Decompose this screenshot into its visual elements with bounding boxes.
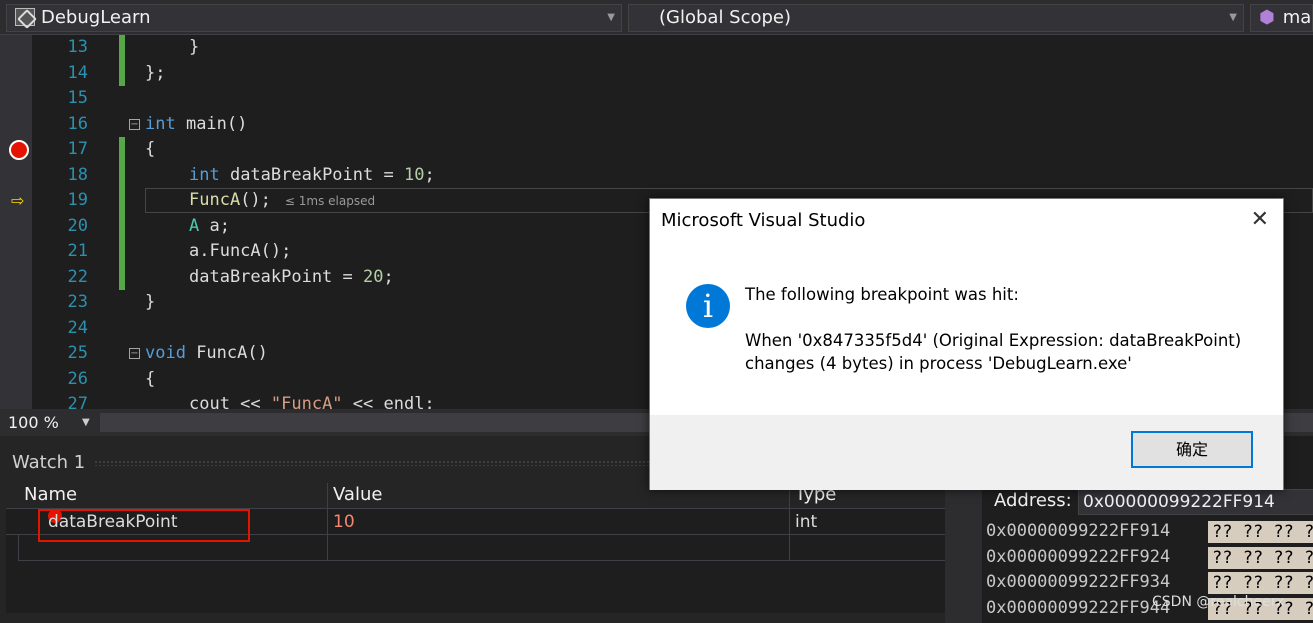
project-icon bbox=[15, 8, 35, 26]
glyph-margin[interactable]: ⇨ bbox=[0, 35, 32, 409]
dialog-footer: 确定 bbox=[650, 415, 1283, 490]
project-dropdown[interactable]: DebugLearn ▼ bbox=[6, 4, 622, 32]
memory-address: 0x00000099222FF944 bbox=[986, 598, 1171, 618]
dialog-message-line: changes (4 bytes) in process 'DebugLearn… bbox=[745, 354, 1132, 373]
zoom-level[interactable]: 100 % bbox=[8, 409, 59, 436]
navigation-bar: DebugLearn ▼ (Global Scope) ▼ ⬢ mai bbox=[0, 0, 1313, 35]
method-cube-icon: ⬢ bbox=[1259, 7, 1275, 28]
code-line: 18 int dataBreakPoint = 10; bbox=[67, 164, 435, 185]
highlight-box bbox=[38, 509, 250, 542]
project-name: DebugLearn bbox=[41, 7, 151, 28]
chevron-down-icon: ▼ bbox=[1229, 12, 1237, 23]
code-line: 17{ bbox=[67, 139, 156, 159]
memory-bytes[interactable]: ?? ?? ?? ?? bbox=[1208, 521, 1313, 543]
member-dropdown[interactable]: ⬢ mai bbox=[1250, 4, 1313, 32]
address-label: Address: bbox=[994, 490, 1072, 511]
memory-bytes[interactable]: ?? ?? ?? ?? bbox=[1208, 547, 1313, 569]
instruction-pointer-icon: ⇨ bbox=[11, 191, 25, 210]
dialog-message-line: When '0x847335f5d4' (Original Expression… bbox=[745, 331, 1242, 350]
watch-title: Watch 1 bbox=[12, 452, 86, 473]
chevron-down-icon[interactable]: ▼ bbox=[82, 409, 90, 436]
dialog-title: Microsoft Visual Studio bbox=[661, 210, 866, 231]
code-line: 16− int main() bbox=[67, 113, 248, 134]
memory-address: 0x00000099222FF914 bbox=[986, 521, 1171, 541]
close-icon[interactable]: ✕ bbox=[1251, 207, 1269, 232]
column-header-value[interactable]: Value bbox=[333, 483, 382, 507]
memory-bytes[interactable]: ?? ?? ?? ?? bbox=[1208, 572, 1313, 594]
address-input[interactable]: 0x00000099222FF914 bbox=[1078, 489, 1313, 515]
ok-button[interactable]: 确定 bbox=[1131, 431, 1253, 468]
code-line: 14}; bbox=[67, 62, 166, 83]
memory-address: 0x00000099222FF924 bbox=[986, 547, 1171, 567]
collapse-icon[interactable]: − bbox=[129, 348, 140, 359]
info-icon: i bbox=[686, 284, 730, 328]
scope-name: (Global Scope) bbox=[659, 7, 792, 28]
scope-dropdown[interactable]: (Global Scope) ▼ bbox=[628, 4, 1244, 32]
perf-tip: ≤ 1ms elapsed bbox=[284, 194, 376, 208]
chevron-down-icon: ▼ bbox=[607, 12, 615, 23]
column-header-name[interactable]: Name bbox=[24, 483, 77, 507]
code-line: 13} bbox=[67, 37, 200, 57]
code-line: 15 bbox=[67, 88, 88, 108]
watermark: CSDN @realcheerx bbox=[1152, 594, 1285, 610]
collapse-icon[interactable]: − bbox=[129, 118, 140, 130]
watch-item-type: int bbox=[795, 512, 818, 532]
watch-item-value[interactable]: 10 bbox=[333, 509, 355, 535]
column-divider[interactable] bbox=[789, 483, 790, 561]
panel-splitter[interactable] bbox=[945, 488, 982, 623]
column-divider[interactable] bbox=[327, 483, 328, 561]
dialog-message-line: The following breakpoint was hit: bbox=[745, 285, 1019, 304]
breakpoint-dialog: Microsoft Visual Studio ✕ i The followin… bbox=[649, 198, 1284, 490]
breakpoint-icon[interactable] bbox=[9, 140, 29, 160]
memory-address: 0x00000099222FF934 bbox=[986, 572, 1171, 592]
watch-grid[interactable]: Name Value Type dataBreakPoint 10 int bbox=[6, 483, 945, 613]
member-name: mai bbox=[1282, 7, 1313, 28]
